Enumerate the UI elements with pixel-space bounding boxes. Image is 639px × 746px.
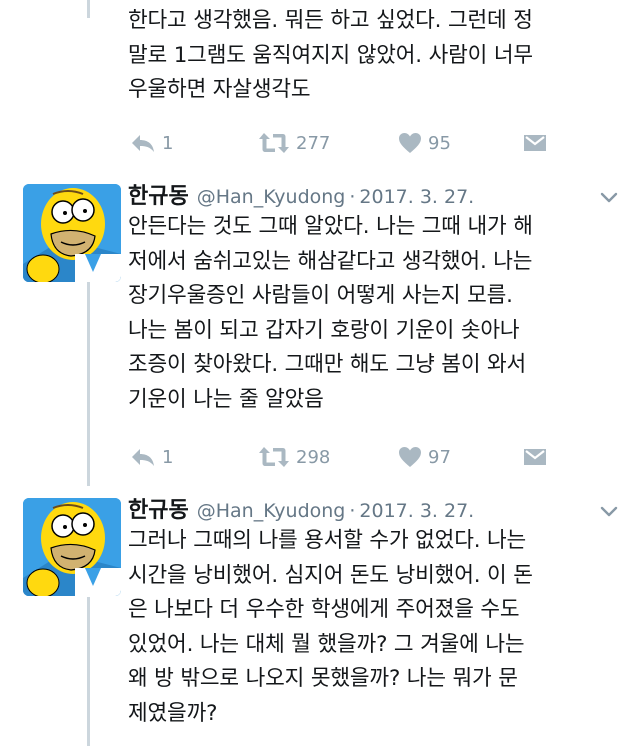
thread-line: [87, 0, 90, 18]
tweet-text-line: 조증이 찾아왔다. 그때만 해도 그냥 봄이 와서: [128, 352, 527, 377]
heart-icon: [399, 133, 421, 153]
reply-icon: [132, 135, 154, 152]
like-button[interactable]: 95: [398, 129, 451, 157]
tweet-actions: 1 277 95: [130, 129, 570, 157]
retweet-count: 277: [296, 132, 331, 154]
reply-count: 1: [162, 132, 174, 154]
tweet-text-line: 기운이 나는 줄 알았음: [128, 386, 324, 412]
envelope-icon: [524, 449, 546, 465]
tweet-text-line: 왜 방 밖으로 나오지 못했을까? 나는 뭐가 문: [128, 666, 518, 691]
retweet-count: 298: [296, 446, 331, 468]
display-name[interactable]: 한규동: [128, 178, 189, 210]
avatar[interactable]: [23, 498, 121, 596]
avatar[interactable]: [23, 184, 121, 282]
more-options-button[interactable]: [598, 500, 620, 522]
tweet-text-line: 안든다는 것도 그때 알았다. 나는 그때 내가 해: [128, 214, 533, 239]
tweet-text-line: 나는 봄이 되고 갑자기 호랑이 기운이 솟아나: [128, 317, 520, 343]
like-count: 97: [428, 446, 451, 468]
thread-line: [87, 281, 90, 486]
chevron-down-icon: [600, 192, 618, 203]
username-handle[interactable]: @Han_Kyudong: [197, 186, 346, 208]
tweet-text-line: 있었어. 나는 대체 뭘 했을까? 그 겨울에 나는: [128, 631, 525, 657]
separator-dot: ·: [349, 186, 356, 208]
more-options-button[interactable]: [598, 186, 620, 208]
tweet-actions: 1 298 97: [130, 443, 570, 471]
username-handle[interactable]: @Han_Kyudong: [197, 500, 346, 522]
tweet-header: 한규동 @Han_Kyudong · 2017. 3. 27.: [128, 178, 474, 212]
envelope-icon: [524, 135, 546, 151]
tweet-date[interactable]: 2017. 3. 27.: [359, 186, 474, 208]
tweet-text-line: 한다고 생각했음. 뭐든 하고 싶었다. 그런데 정: [128, 8, 533, 33]
direct-message-button[interactable]: [523, 129, 547, 157]
tweet-text-line: 시간을 낭비했어. 심지어 돈도 낭비했어. 이 돈: [128, 562, 533, 588]
direct-message-button[interactable]: [523, 443, 547, 471]
tweet-header: 한규동 @Han_Kyudong · 2017. 3. 27.: [128, 492, 474, 526]
tweet-text-line: 그러나 그때의 나를 용서할 수가 없었다. 나는: [128, 528, 527, 553]
retweet-icon: [259, 133, 289, 153]
retweet-icon: [259, 447, 289, 467]
tweet-text-line: 제였을까?: [128, 700, 218, 726]
tweet-text-line: 말로 1그램도 움직여지지 않았어. 사람이 너무: [128, 42, 533, 68]
reply-count: 1: [162, 446, 174, 468]
tweet-text: 그러나 그때의 나를 용서할 수가 없었다. 나는 시간을 낭비했어. 심지어 …: [128, 524, 628, 731]
retweet-button[interactable]: 298: [258, 443, 330, 471]
tweet-text-line: 은 나보다 더 우수한 학생에게 주어졌을 수도: [128, 597, 520, 622]
tweet-text: 한다고 생각했음. 뭐든 하고 싶었다. 그런데 정 말로 1그램도 움직여지지…: [128, 4, 628, 108]
heart-icon: [399, 447, 421, 467]
tweet-text-line: 저에서 숨쉬고있는 해삼같다고 생각했어. 나는: [128, 248, 533, 274]
reply-button[interactable]: 1: [130, 443, 173, 471]
tweet-text: 안든다는 것도 그때 알았다. 나는 그때 내가 해 저에서 숨쉬고있는 해삼같…: [128, 210, 628, 417]
homer-avatar-icon: [23, 498, 121, 596]
like-button[interactable]: 97: [398, 443, 451, 471]
chevron-down-icon: [600, 506, 618, 517]
retweet-button[interactable]: 277: [258, 129, 330, 157]
reply-button[interactable]: 1: [130, 129, 173, 157]
tweet-text-line: 장기우울증인 사람들이 어떻게 사는지 모름.: [128, 283, 513, 308]
reply-icon: [132, 449, 154, 466]
thread-line: [87, 597, 90, 746]
display-name[interactable]: 한규동: [128, 492, 189, 524]
homer-avatar-icon: [23, 184, 121, 282]
tweet-text-line: 우울하면 자살생각도: [128, 77, 311, 102]
separator-dot: ·: [349, 500, 356, 522]
like-count: 95: [428, 132, 451, 154]
tweet-date[interactable]: 2017. 3. 27.: [359, 500, 474, 522]
